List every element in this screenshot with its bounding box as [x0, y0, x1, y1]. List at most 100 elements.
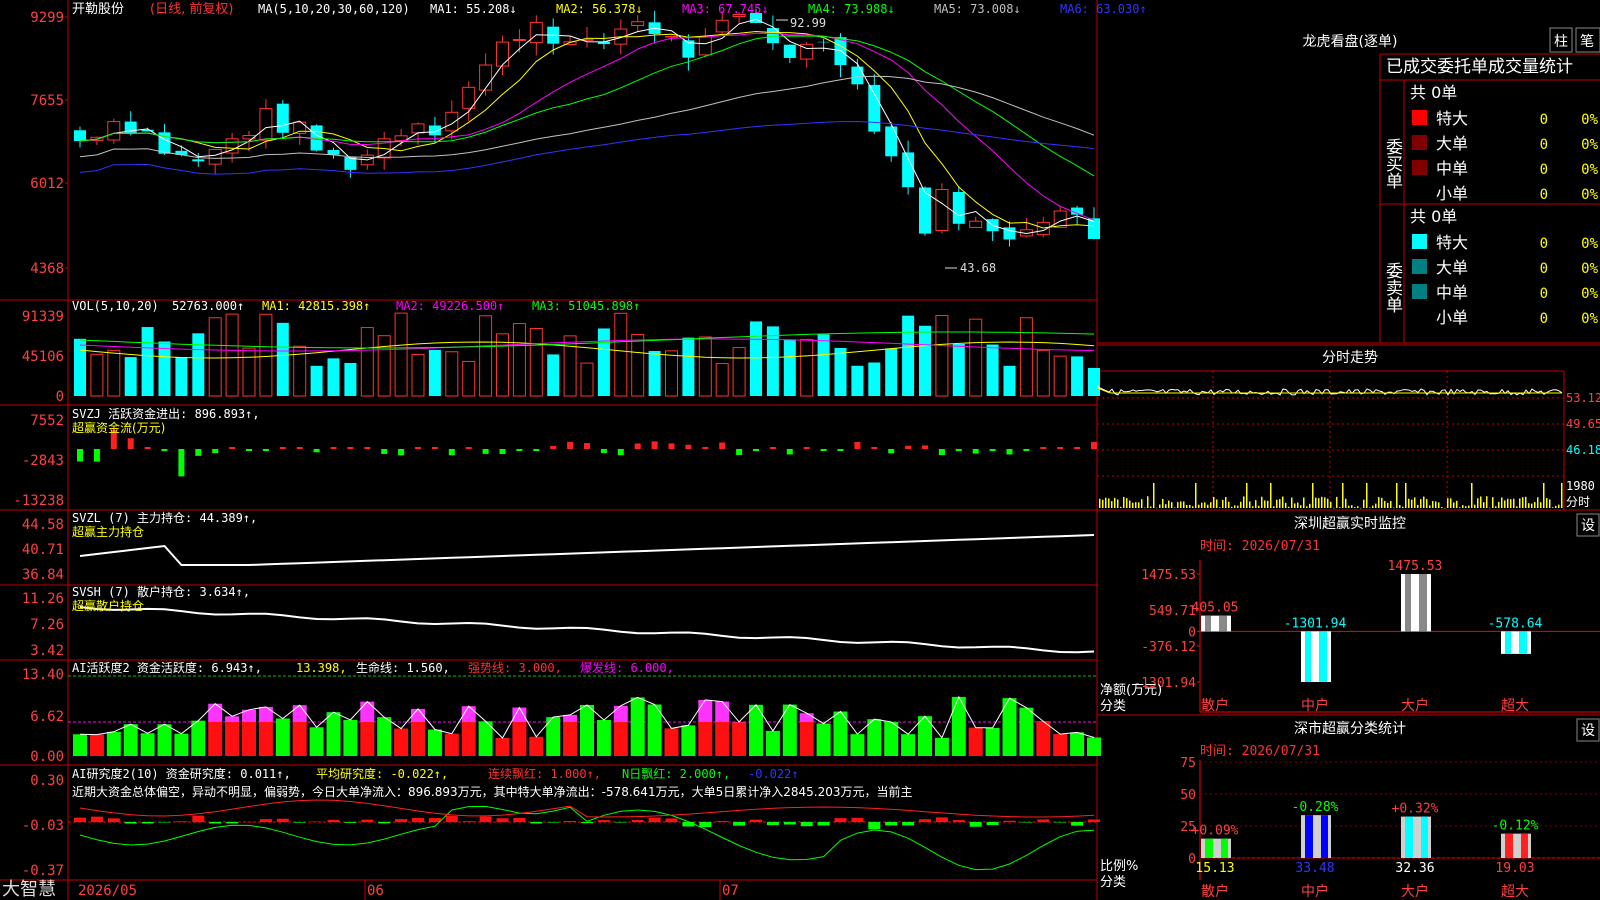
- ai-bar-green[interactable]: [1087, 737, 1101, 756]
- svzj-bar[interactable]: [736, 449, 743, 456]
- volume-bar-down[interactable]: [1003, 365, 1016, 396]
- volume-bar-down[interactable]: [750, 321, 762, 396]
- svzj-bar[interactable]: [195, 449, 202, 456]
- volume-bar-down[interactable]: [766, 326, 779, 396]
- yj-bar[interactable]: [919, 819, 931, 822]
- yj-bar[interactable]: [209, 822, 222, 824]
- ai-bar-red[interactable]: [968, 727, 983, 756]
- volume-bar-up[interactable]: [394, 312, 408, 397]
- candle-up[interactable]: [394, 135, 408, 142]
- candle-up[interactable]: [935, 189, 949, 232]
- yj-bar[interactable]: [175, 821, 188, 822]
- svzj-bar[interactable]: [398, 449, 405, 456]
- yj-bar[interactable]: [412, 817, 424, 822]
- ai-bar-red[interactable]: [225, 722, 240, 756]
- monitor-bar-2[interactable]: [1401, 574, 1431, 632]
- ai-bar-red[interactable]: [444, 733, 459, 756]
- ai-bar-red[interactable]: [411, 722, 425, 756]
- ai-bar-green[interactable]: [901, 734, 916, 756]
- volume-bar-down[interactable]: [547, 354, 560, 396]
- svzj-bar[interactable]: [178, 449, 185, 477]
- ai-bar-green[interactable]: [73, 734, 87, 756]
- yj-bar[interactable]: [1071, 822, 1084, 826]
- svzj-bar[interactable]: [1006, 449, 1013, 455]
- ai-bar-green[interactable]: [596, 719, 611, 756]
- monitor-bar-0[interactable]: [1201, 615, 1231, 632]
- yj-bar[interactable]: [800, 822, 813, 827]
- svzj-bar[interactable]: [769, 447, 776, 449]
- yj-bar[interactable]: [124, 822, 137, 824]
- main-chart-canvas[interactable]: 9299 7655 6012 4368 91339 45106 0 7552 -2843 -132…: [0, 0, 1600, 900]
- volume-bar-up[interactable]: [1036, 349, 1050, 397]
- volume-bar-up[interactable]: [208, 317, 222, 397]
- svzj-bar[interactable]: [803, 447, 810, 449]
- yj-bar[interactable]: [462, 821, 475, 822]
- ai-bar-green[interactable]: [580, 704, 594, 756]
- yj-bar[interactable]: [74, 817, 86, 822]
- volume-bar-up[interactable]: [512, 323, 526, 397]
- ai-bar-red[interactable]: [242, 722, 256, 756]
- yj-bar[interactable]: [851, 817, 864, 822]
- yj-bar[interactable]: [665, 818, 678, 822]
- yj-bar[interactable]: [547, 822, 560, 823]
- candle-up[interactable]: [107, 121, 121, 141]
- svzj-bar[interactable]: [1074, 447, 1081, 449]
- volume-bar-down[interactable]: [986, 344, 999, 396]
- svzj-bar[interactable]: [786, 449, 793, 455]
- svzj-bar[interactable]: [702, 447, 709, 449]
- volume-bar-up[interactable]: [800, 338, 814, 397]
- svzj-bar[interactable]: [685, 444, 692, 449]
- svzj-bar[interactable]: [600, 449, 607, 453]
- yj-bar[interactable]: [141, 822, 154, 824]
- volume-bar-up[interactable]: [698, 336, 712, 397]
- volume-bar-up[interactable]: [969, 318, 983, 397]
- zhu-button-label[interactable]: 柱: [1554, 34, 1568, 50]
- ai-bar-red[interactable]: [799, 722, 814, 756]
- volume-bar-up[interactable]: [411, 353, 425, 397]
- svzj-bar[interactable]: [1091, 442, 1097, 449]
- ai-bar-green[interactable]: [630, 697, 645, 756]
- candle-down[interactable]: [868, 84, 881, 132]
- volume-bar-down[interactable]: [919, 325, 931, 396]
- yj-bar[interactable]: [935, 817, 948, 822]
- yj-bar[interactable]: [834, 818, 847, 822]
- volume-bar-down[interactable]: [276, 322, 289, 396]
- ai-bar-green[interactable]: [174, 733, 189, 756]
- ai-bar-green[interactable]: [985, 727, 1000, 756]
- ai-bar-magenta[interactable]: [225, 716, 240, 722]
- svzj-bar[interactable]: [989, 449, 996, 451]
- ai-bar-green[interactable]: [140, 733, 155, 756]
- volume-bar-up[interactable]: [225, 313, 239, 397]
- yj-bar[interactable]: [327, 819, 340, 822]
- yj-bar[interactable]: [817, 822, 830, 826]
- svzj-bar[interactable]: [465, 447, 472, 449]
- svzj-bar[interactable]: [651, 441, 658, 449]
- yj-bar[interactable]: [766, 822, 779, 826]
- stats-bar-1[interactable]: [1301, 815, 1331, 858]
- volume-bar-up[interactable]: [580, 362, 594, 397]
- stats-bar-3[interactable]: [1501, 833, 1531, 858]
- yj-bar[interactable]: [530, 822, 543, 824]
- yj-bar[interactable]: [581, 822, 593, 824]
- yj-bar[interactable]: [496, 818, 509, 822]
- ai-bar-red[interactable]: [664, 728, 679, 756]
- ai-bar-magenta[interactable]: [292, 705, 307, 722]
- yj-bar[interactable]: [969, 822, 982, 827]
- volume-bar-up[interactable]: [445, 351, 459, 397]
- ai-bar-green[interactable]: [157, 724, 172, 756]
- svzj-bar[interactable]: [347, 447, 354, 449]
- svzj-bar[interactable]: [617, 449, 624, 456]
- volume-bar-down[interactable]: [124, 357, 137, 396]
- yj-bar[interactable]: [293, 822, 306, 823]
- volume-bar-up[interactable]: [529, 328, 543, 397]
- volume-bar-up[interactable]: [665, 350, 678, 397]
- ai-bar-red[interactable]: [613, 722, 628, 756]
- volume-bar-up[interactable]: [107, 349, 121, 397]
- candle-up[interactable]: [259, 108, 273, 141]
- ai-bar-magenta[interactable]: [613, 705, 628, 722]
- ai-bar-green[interactable]: [275, 718, 290, 756]
- ai-bar-red[interactable]: [461, 722, 476, 756]
- svzj-bar[interactable]: [1057, 447, 1064, 449]
- ai-bar-red[interactable]: [512, 722, 527, 756]
- candle-down[interactable]: [327, 150, 340, 155]
